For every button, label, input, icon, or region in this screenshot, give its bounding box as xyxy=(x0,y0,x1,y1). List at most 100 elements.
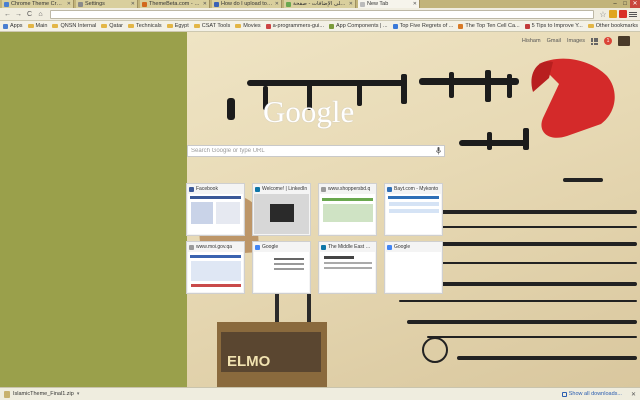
close-window-button[interactable]: ✕ xyxy=(630,0,640,8)
bookmark-folder-qatar[interactable]: Qatar xyxy=(101,23,123,29)
tab-close-icon[interactable]: ✕ xyxy=(275,1,281,7)
download-menu-icon[interactable]: ▾ xyxy=(77,391,80,397)
bookmark-folder-main[interactable]: Main xyxy=(27,23,47,29)
tile-thumbnail xyxy=(254,252,309,292)
folder-icon xyxy=(587,24,594,28)
most-visited-tile[interactable]: Google xyxy=(384,241,443,294)
bookmarks-bar: Apps Main QNSN Internal Qatar Technicals… xyxy=(0,21,640,32)
tab-favicon-icon xyxy=(142,1,147,7)
most-visited-tile[interactable]: The Middle East Un... xyxy=(318,241,377,294)
most-visited-tile[interactable]: Google xyxy=(252,241,311,294)
extension-icon[interactable] xyxy=(609,10,617,18)
bookmark-folder-qnsn[interactable]: QNSN Internal xyxy=(52,23,96,29)
extension-icon[interactable] xyxy=(619,10,627,18)
folder-icon xyxy=(235,24,242,28)
bookmark-link[interactable]: 5 Tips to Improve Y... xyxy=(524,23,583,29)
gmail-link[interactable]: Gmail xyxy=(547,38,561,44)
tab-arabic-extensions[interactable]: تطبيقات على الإضافات - صفحة ✕ xyxy=(284,0,356,8)
bookmark-folder-egypt[interactable]: Egypt xyxy=(166,23,189,29)
tab-favicon-icon xyxy=(360,1,365,7)
other-bookmarks[interactable]: Other bookmarks xyxy=(587,23,638,29)
search-input[interactable] xyxy=(191,146,435,156)
site-favicon-icon xyxy=(265,23,271,29)
tab-chrome-theme-creator[interactable]: Chrome Theme Creator ✕ xyxy=(2,0,74,8)
tile-title: Bayt.com - Mykonto xyxy=(394,186,439,192)
apps-icon xyxy=(3,23,8,29)
bookmark-label: Other bookmarks xyxy=(595,23,638,29)
site-favicon-icon xyxy=(189,244,194,250)
tile-thumbnail xyxy=(386,194,441,234)
tab-close-icon[interactable]: ✕ xyxy=(131,1,137,7)
address-bar[interactable] xyxy=(50,9,594,19)
most-visited-tiles: Facebook Welcome! | LinkedIn www.shopper… xyxy=(186,183,446,294)
tab-label: تطبيقات على الإضافات - صفحة xyxy=(293,1,347,7)
apps-grid-icon[interactable] xyxy=(591,37,598,45)
tab-how-do-i-upload[interactable]: How do I upload to the C ✕ xyxy=(212,0,282,8)
close-shelf-button[interactable]: ✕ xyxy=(631,391,636,398)
tab-new-tab[interactable]: New Tab ✕ xyxy=(358,0,420,8)
images-link[interactable]: Images xyxy=(567,38,585,44)
folder-icon xyxy=(27,24,34,28)
bookmark-folder-technicals[interactable]: Technicals xyxy=(128,23,162,29)
browser-toolbar: ← → C ⌂ ☆ xyxy=(0,8,640,21)
tab-close-icon[interactable]: ✕ xyxy=(203,1,209,7)
most-visited-tile[interactable]: Bayt.com - Mykonto xyxy=(384,183,443,236)
tile-title: The Middle East Un... xyxy=(328,244,374,250)
bookmark-star-icon[interactable]: ☆ xyxy=(599,10,607,19)
site-favicon-icon xyxy=(321,244,326,250)
bookmark-folder-movies[interactable]: Movies xyxy=(235,23,261,29)
tile-thumbnail xyxy=(386,252,441,292)
google-logo: Google xyxy=(263,94,355,129)
site-favicon-icon xyxy=(255,186,260,192)
most-visited-tile[interactable]: www.moi.gov.qa xyxy=(186,241,245,294)
folder-icon xyxy=(101,24,108,28)
download-item[interactable]: IslamicTheme_Final1.zip xyxy=(13,391,74,397)
notifications-badge[interactable]: 1 xyxy=(604,37,612,45)
bookmark-label: CSAT Tools xyxy=(201,23,231,29)
tab-close-icon[interactable]: ✕ xyxy=(413,1,419,7)
site-favicon-icon xyxy=(255,244,260,250)
bookmark-folder-csat[interactable]: CSAT Tools xyxy=(193,23,231,29)
forward-button[interactable]: → xyxy=(14,10,23,19)
tile-title: www.shoppersbd.q xyxy=(328,186,371,192)
most-visited-tile[interactable]: www.shoppersbd.q xyxy=(318,183,377,236)
window-controls: – □ ✕ xyxy=(610,0,640,8)
back-button[interactable]: ← xyxy=(3,10,12,19)
tab-favicon-icon xyxy=(78,1,83,7)
search-box[interactable] xyxy=(187,145,445,157)
new-tab-page: ELMO Hisham Gmail Images 1 Google Facebo… xyxy=(0,32,640,387)
bookmark-label: Top Five Regrets of ... xyxy=(399,23,454,29)
bookmark-link[interactable]: App Components | ... xyxy=(328,23,388,29)
avatar[interactable] xyxy=(618,36,630,46)
verse-number-circle xyxy=(422,337,448,363)
tab-settings[interactable]: Settings ✕ xyxy=(76,0,138,8)
maximize-button[interactable]: □ xyxy=(620,0,630,8)
zip-file-icon xyxy=(4,390,10,398)
reload-button[interactable]: C xyxy=(25,10,34,19)
tile-title: www.moi.gov.qa xyxy=(196,244,233,250)
tab-favicon-icon xyxy=(4,1,9,7)
chrome-menu-icon[interactable] xyxy=(629,10,637,19)
tab-close-icon[interactable]: ✕ xyxy=(67,1,73,7)
tab-close-icon[interactable]: ✕ xyxy=(349,1,355,7)
bookmark-apps[interactable]: Apps xyxy=(3,23,23,29)
most-visited-tile[interactable]: Welcome! | LinkedIn xyxy=(252,183,311,236)
downloads-icon xyxy=(561,391,567,397)
bookmark-link[interactable]: The Top Ten Cell Ca... xyxy=(458,23,520,29)
user-name-link[interactable]: Hisham xyxy=(522,38,541,44)
bookmark-label: App Components | ... xyxy=(335,23,388,29)
site-favicon-icon xyxy=(392,23,398,29)
bookmark-label: Movies xyxy=(243,23,261,29)
microphone-icon[interactable] xyxy=(435,147,441,156)
tile-thumbnail xyxy=(254,194,309,234)
most-visited-tile[interactable]: Facebook xyxy=(186,183,245,236)
show-all-downloads-link[interactable]: Show all downloads... xyxy=(561,391,622,397)
tile-thumbnail xyxy=(320,194,375,234)
bookmark-link[interactable]: a-programmers-gui... xyxy=(265,23,324,29)
bookmark-link[interactable]: Top Five Regrets of ... xyxy=(392,23,454,29)
home-button[interactable]: ⌂ xyxy=(36,10,45,19)
minimize-button[interactable]: – xyxy=(610,0,620,8)
tab-label: New Tab xyxy=(367,1,389,7)
tab-themebeta[interactable]: ThemeBeta.com - Edit tha ✕ xyxy=(140,0,210,8)
red-calligraphy-shape xyxy=(531,61,553,92)
